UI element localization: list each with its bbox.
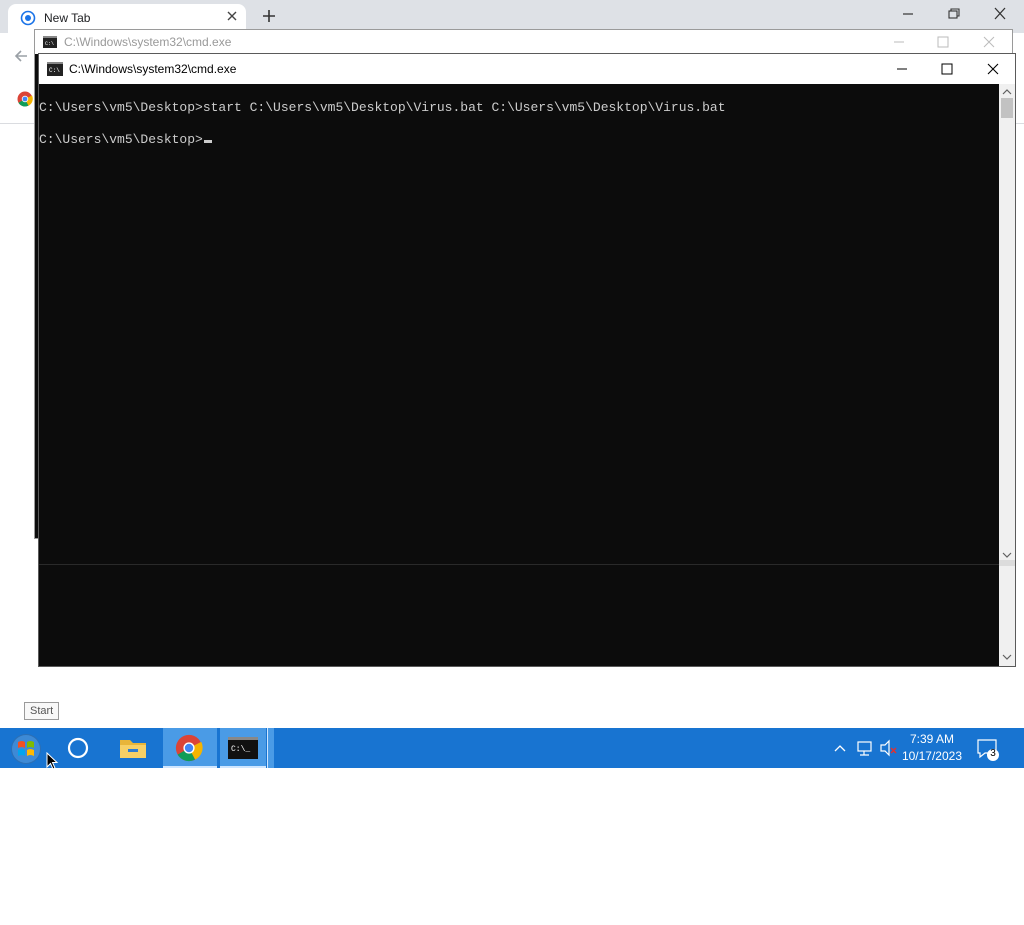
back-arrow-icon[interactable] (12, 47, 30, 65)
svg-text:C:\: C:\ (45, 41, 54, 47)
scroll-down-arrow-icon[interactable] (1002, 550, 1012, 560)
close-icon[interactable] (984, 60, 1002, 78)
mouse-pointer-icon (46, 752, 59, 770)
vertical-scrollbar[interactable] (999, 84, 1015, 666)
cmd-back-minimize-icon[interactable] (891, 34, 907, 50)
cmd-app-icon: C:\ (43, 36, 57, 48)
console-line: C:\Users\vm5\Desktop>start C:\Users\vm5\… (39, 100, 726, 115)
cmd-back-titlebar[interactable]: C:\ C:\Windows\system32\cmd.exe (35, 30, 1012, 54)
cmd-icon: C:\_ (228, 737, 258, 759)
network-icon[interactable] (854, 728, 876, 768)
taskbar-chrome[interactable] (163, 728, 217, 768)
console-output[interactable]: C:\Users\vm5\Desktop>start C:\Users\vm5\… (39, 84, 999, 666)
chrome-loading-icon (20, 10, 36, 26)
chrome-minimize-icon[interactable] (898, 5, 918, 23)
svg-text:C:\_: C:\_ (231, 745, 250, 754)
svg-text:C:\: C:\ (49, 67, 60, 74)
file-explorer-icon[interactable] (112, 728, 154, 768)
show-hidden-icons-chevron-icon[interactable] (830, 728, 850, 768)
taskbar-cmd[interactable]: C:\_ (220, 728, 266, 768)
close-tab-icon[interactable] (226, 10, 238, 22)
console-prompt-line: C:\Users\vm5\Desktop> (39, 132, 212, 147)
new-tab-plus-icon[interactable] (259, 6, 279, 26)
volume-muted-icon[interactable] (878, 728, 900, 768)
scroll-down-arrow-icon-lower[interactable] (1002, 652, 1012, 662)
text-cursor (203, 140, 212, 143)
chrome-restore-icon[interactable] (944, 5, 964, 23)
chrome-logo-icon (17, 91, 33, 107)
cmd-window[interactable]: C:\ C:\Windows\system32\cmd.exe C:\Users… (38, 53, 1016, 667)
cmd-title: C:\Windows\system32\cmd.exe (69, 62, 237, 76)
console-split-divider (39, 564, 999, 565)
notification-count-badge: 3 (990, 748, 996, 759)
scrollbar-split-divider (999, 560, 1015, 566)
taskbar: C:\_ 7:39 AM 10/17/2023 3 (0, 728, 1024, 768)
start-tooltip: Start (24, 702, 60, 720)
chrome-close-icon[interactable] (990, 5, 1010, 23)
clock-date[interactable]: 10/17/2023 (900, 749, 962, 763)
scrollbar-thumb[interactable] (1001, 98, 1013, 118)
clock-time[interactable]: 7:39 AM (900, 732, 954, 746)
minimize-icon[interactable] (893, 60, 911, 78)
windows-start-icon[interactable] (4, 729, 48, 768)
maximize-icon[interactable] (938, 60, 956, 78)
cmd-titlebar[interactable]: C:\ C:\Windows\system32\cmd.exe (39, 54, 1015, 84)
cmd-app-icon: C:\ (47, 62, 63, 76)
cmd-back-title: C:\Windows\system32\cmd.exe (64, 35, 232, 49)
chrome-icon (175, 734, 203, 762)
scroll-up-arrow-icon[interactable] (1002, 87, 1012, 97)
cmd-back-close-icon[interactable] (981, 34, 997, 50)
chrome-tab-title: New Tab (44, 11, 91, 25)
cortana-icon[interactable] (60, 728, 96, 768)
taskbar-cmd-stack-edge (267, 728, 274, 768)
cmd-back-maximize-icon[interactable] (935, 34, 951, 50)
console-prompt: C:\Users\vm5\Desktop> (39, 132, 203, 147)
